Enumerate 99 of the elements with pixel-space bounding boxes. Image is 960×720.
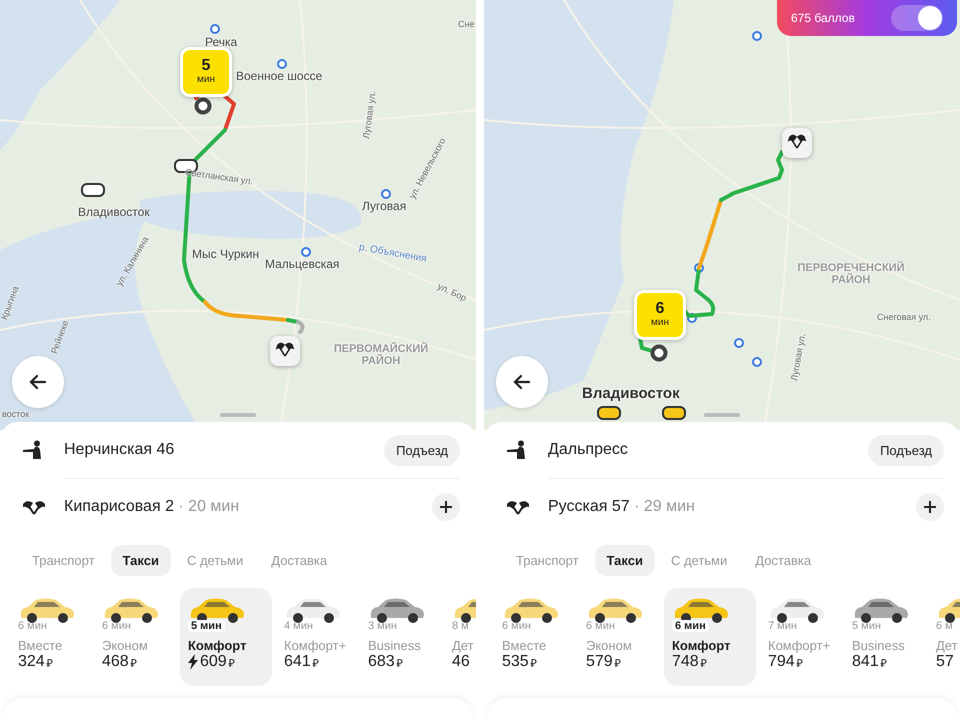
finish-flags-icon [782,128,812,158]
tariff-name: Комфорт [672,638,730,653]
wait-time: 6 мин [18,620,47,632]
tariff-card[interactable]: 6 мин Эконом 468₽ [96,588,174,686]
map-label: ПЕРВОРЕЧЕНСКИЙ РАЙОН [796,262,906,286]
map-label: Луговая ул. [790,333,808,382]
tariff-name: Комфорт+ [768,638,830,653]
start-marker-icon [194,97,212,115]
map-label: восток [2,410,30,420]
price: 579₽ [586,653,621,671]
finish-flags-icon [20,498,48,516]
category-tab[interactable]: Такси [110,545,171,576]
drag-handle[interactable] [704,413,740,417]
tariff-card[interactable]: 7 мин Комфорт+ 794₽ [762,588,840,686]
tariff-card[interactable]: 5 мин Business 841₽ [846,588,924,686]
plus-icon [439,500,453,514]
map-label: Владивосток [582,386,680,402]
tariff-name: Эконом [586,638,632,653]
tariff-card[interactable]: 6 м Дет 57 [930,588,960,686]
price: 57 [936,653,954,671]
map-label: Мальцевская [265,258,340,272]
drag-handle[interactable] [220,413,256,417]
category-tab[interactable]: Такси [594,545,655,576]
tariff-card[interactable]: 3 мин Business 683₽ [362,588,440,686]
wait-time: 6 мин [502,620,531,632]
points-text: 675 баллов [791,11,855,25]
pickup-address[interactable]: Дальпресс [548,441,868,459]
back-arrow-icon [28,372,48,392]
price: 683₽ [368,653,403,671]
price: 641₽ [284,653,319,671]
map-label: ул. Бор [436,282,468,304]
wait-time: 5 мин [188,620,225,632]
transit-stop-icon [277,59,287,69]
map-label: Речка [205,36,238,50]
destination-address[interactable]: Кипарисовая 2 · 20 мин [64,498,432,516]
destination-address[interactable]: Русская 57 · 29 мин [548,498,916,516]
tariff-card[interactable]: 4 мин Комфорт+ 641₽ [278,588,356,686]
pickup-address[interactable]: Нерчинская 46 [64,441,384,459]
map-label: ПЕРВОМАЙСКИЙ РАЙОН [332,343,430,368]
price: 535₽ [502,653,537,671]
entrance-button[interactable]: Подъезд [868,434,944,466]
transit-stop-icon [752,31,762,41]
car-icon [81,183,105,197]
price: 748₽ [672,653,707,671]
wait-time: 6 мин [586,620,615,632]
price: 468₽ [102,653,137,671]
tariff-name: Комфорт+ [284,638,346,653]
wait-time: 6 мин [102,620,131,632]
add-stop-button[interactable] [916,493,944,521]
finish-flags-icon [504,498,532,516]
tariff-name: Business [852,638,905,653]
transit-stop-icon [381,189,391,199]
map-label: Владивосток [78,206,150,220]
price: 841₽ [852,653,887,671]
price: 46 [452,653,470,671]
map-label: Светланская ул. [184,168,254,188]
wait-time: 7 мин [768,620,797,632]
tariff-name: Дет [936,638,958,653]
tariff-name: Дет [452,638,474,653]
add-stop-button[interactable] [432,493,460,521]
tariff-name: Вместе [502,638,546,653]
tariff-name: Business [368,638,421,653]
start-marker-icon [650,344,668,362]
wait-time: 6 мин [672,620,709,632]
price: 794₽ [768,653,803,671]
tariff-card[interactable]: 6 мин Вместе 535₽ [496,588,574,686]
plus-icon [923,500,937,514]
tariff-name: Эконом [102,638,148,653]
tariff-card[interactable]: 5 мин Комфорт 609₽ [180,588,272,686]
back-arrow-icon [512,372,532,392]
toggle-switch[interactable] [891,5,943,31]
car-icon [597,406,621,420]
transit-stop-icon [210,24,220,34]
map-label: р. Объяснения [358,242,428,265]
bonus-banner[interactable]: 675 баллов [777,0,957,36]
car-icon [662,406,686,420]
price: 609₽ [188,653,235,671]
tariff-card[interactable]: 6 мин Вместе 324₽ [12,588,90,686]
tariff-name: Комфорт [188,638,246,653]
entrance-button[interactable]: Подъезд [384,434,460,466]
tariff-card[interactable]: 6 мин Комфорт 748₽ [664,588,756,686]
map-label: Луговая ул. [362,90,378,140]
eta-badge: 6 мин [634,290,686,340]
price: 324₽ [18,653,53,671]
wait-time: 4 мин [284,620,313,632]
wait-time: 3 мин [368,620,397,632]
wait-time: 8 м [452,620,469,632]
map-label: Мыс Чуркин [192,248,260,262]
map-label: Военное шоссе [236,70,322,84]
wait-time: 6 м [936,620,953,632]
tariff-name: Вместе [18,638,62,653]
map-label: Снеговая ул. [877,313,931,323]
transit-stop-icon [301,247,311,257]
map-label: Сне [458,20,474,30]
wait-time: 5 мин [852,620,881,632]
map-label: Луговая [362,200,406,214]
tariff-card[interactable]: 6 мин Эконом 579₽ [580,588,658,686]
finish-flags-icon [270,336,300,366]
eta-badge: 5 мин [180,47,232,97]
